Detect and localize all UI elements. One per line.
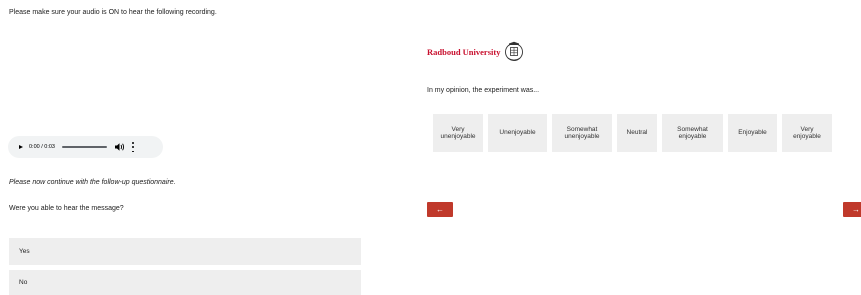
more-options-icon[interactable] (131, 142, 135, 152)
option-yes-label: Yes (19, 248, 30, 255)
option-no[interactable]: No (9, 270, 361, 295)
enjoyment-scale: Very unenjoyable Unenjoyable Somewhat un… (433, 114, 832, 152)
arrow-left-icon: ← (436, 205, 444, 214)
scale-option-label: Neutral (626, 129, 648, 137)
university-seal-icon (504, 41, 524, 63)
scale-option-neutral[interactable]: Neutral (617, 114, 657, 152)
play-icon[interactable] (19, 145, 23, 149)
scale-option-very-unenjoyable[interactable]: Very unenjoyable (433, 114, 483, 152)
back-button[interactable]: ← (427, 202, 453, 217)
scale-option-unenjoyable[interactable]: Unenjoyable (488, 114, 547, 152)
audio-player[interactable]: 0:00 / 0:03 (8, 136, 163, 158)
scale-option-label: Very enjoyable (793, 125, 821, 140)
radboud-logo: Radboud University (427, 41, 524, 63)
logo-text: Radboud University (427, 47, 501, 57)
arrow-right-icon: → (852, 205, 860, 214)
volume-icon[interactable] (114, 142, 126, 152)
audio-time: 0:00 / 0:03 (29, 144, 55, 150)
option-no-label: No (19, 279, 28, 286)
next-button[interactable]: → (843, 202, 861, 217)
scale-option-enjoyable[interactable]: Enjoyable (728, 114, 777, 152)
scale-option-very-enjoyable[interactable]: Very enjoyable (782, 114, 832, 152)
option-yes[interactable]: Yes (9, 238, 361, 265)
scale-option-label: Very unenjoyable (440, 125, 476, 140)
hear-message-question: Were you able to hear the message? (9, 205, 124, 212)
scale-option-somewhat-unenjoyable[interactable]: Somewhat unenjoyable (552, 114, 612, 152)
audio-notice: Please make sure your audio is ON to hea… (9, 9, 217, 16)
scale-option-somewhat-enjoyable[interactable]: Somewhat enjoyable (662, 114, 723, 152)
scale-option-label: Enjoyable (738, 129, 767, 137)
continue-instruction: Please now continue with the follow-up q… (9, 179, 176, 186)
audio-progress-slider[interactable] (62, 146, 107, 148)
scale-option-label: Somewhat unenjoyable (564, 125, 600, 140)
scale-option-label: Somewhat enjoyable (677, 125, 708, 140)
scale-option-label: Unenjoyable (499, 129, 536, 137)
experiment-prompt: In my opinion, the experiment was... (427, 87, 540, 94)
